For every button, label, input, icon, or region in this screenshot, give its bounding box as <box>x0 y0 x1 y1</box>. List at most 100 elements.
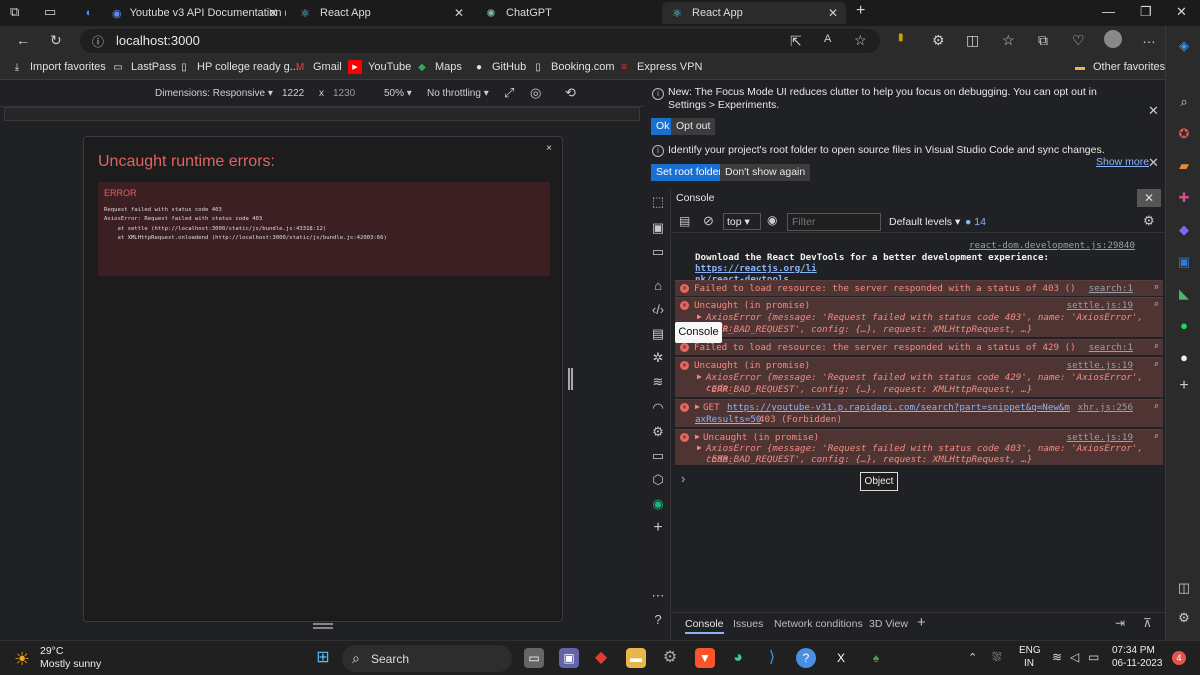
inspect-icon[interactable]: ⬚ <box>651 195 665 209</box>
github-icon[interactable]: ● <box>1176 350 1192 366</box>
tab-youtube-doc[interactable]: ◉ Youtube v3 API Documentation ( ✕ <box>104 2 286 24</box>
fav-youtube[interactable]: ▶ YouTube <box>348 60 411 74</box>
network-icon[interactable]: ≋ <box>651 375 665 389</box>
show-more-link[interactable]: Show more <box>1096 156 1149 168</box>
favorites-icon[interactable]: ☆ <box>1002 32 1015 49</box>
rotate-icon[interactable]: ⟲ <box>565 85 576 101</box>
tab-3d-view[interactable]: 3D View <box>869 618 908 630</box>
home-icon[interactable]: ⌂ <box>651 279 665 293</box>
url-field[interactable]: ⓘ localhost:3000 ⇱ A ☆ <box>80 29 880 53</box>
read-aloud-icon[interactable]: A <box>824 33 831 45</box>
dont-show-again-button[interactable]: Don't show again <box>720 164 811 181</box>
sensor-icon[interactable]: ⤢ <box>504 85 514 101</box>
console-settings-icon[interactable]: ⚙ <box>1143 213 1155 229</box>
add-tab-icon[interactable]: + <box>917 614 926 631</box>
outlook-icon[interactable]: ▣ <box>1176 254 1192 270</box>
sources-icon[interactable]: ✲ <box>651 351 665 365</box>
panel-splitter[interactable] <box>568 368 573 390</box>
console-prompt[interactable]: › <box>681 471 685 486</box>
close-tab-icon[interactable]: ✕ <box>454 6 464 20</box>
devtools-link[interactable]: https://reactjs.org/li <box>695 263 817 274</box>
collections-icon[interactable]: ⧉ <box>1038 32 1048 49</box>
tab-chatgpt[interactable]: ✺ ChatGPT <box>476 2 658 24</box>
brave-icon[interactable]: ▼ <box>695 648 715 668</box>
eye-icon[interactable]: ◎ <box>530 85 541 101</box>
expand-arrow-icon[interactable]: ▶ <box>697 312 702 321</box>
window-icon[interactable]: ▭ <box>651 245 665 259</box>
extension-icon[interactable]: ◉ <box>651 497 665 511</box>
close-tab-icon[interactable]: ✕ <box>828 6 838 20</box>
profile-avatar-icon[interactable] <box>1104 30 1122 48</box>
clock-time[interactable]: 07:34 PM <box>1112 645 1155 656</box>
levels-dropdown[interactable]: Default levels ▾ <box>889 216 960 228</box>
throttle-dropdown[interactable]: No throttling ▾ <box>427 88 489 99</box>
notification-badge[interactable]: 4 <box>1172 651 1186 665</box>
info-icon[interactable]: ⓘ <box>92 33 104 50</box>
tab-pinned[interactable]: ◐ <box>78 2 100 24</box>
microsoft365-icon[interactable]: ◆ <box>1176 222 1192 238</box>
expand-arrow-icon[interactable]: ▶ <box>697 443 702 452</box>
fav-maps[interactable]: ◆ Maps <box>415 60 462 74</box>
source-link[interactable]: settle.js:19 <box>1067 300 1133 311</box>
copilot-icon[interactable]: ◈ <box>1176 38 1192 54</box>
clock-date[interactable]: 06-11-2023 <box>1112 658 1162 669</box>
x-icon[interactable]: X <box>831 648 851 668</box>
add-app-icon[interactable]: + <box>1176 378 1192 394</box>
edge-icon[interactable]: ◕ <box>728 648 748 668</box>
open-in-app-icon[interactable]: ⇱ <box>790 33 802 50</box>
shopping-icon[interactable]: ✪ <box>1176 126 1192 142</box>
close-console-icon[interactable]: ✕ <box>1137 189 1161 207</box>
settings-icon[interactable]: ⚙ <box>1176 610 1192 626</box>
extension-icon[interactable]: ▮ <box>898 32 904 43</box>
fav-other[interactable]: ▬ Other favorites <box>1073 60 1165 74</box>
favorite-star-icon[interactable]: ☆ <box>854 32 867 49</box>
close-tab-icon[interactable]: ✕ <box>268 6 278 20</box>
search-icon[interactable]: ⌕ <box>1153 299 1159 310</box>
spotify-icon[interactable]: ● <box>1176 318 1192 334</box>
source-link[interactable]: xhr.js:256 <box>1078 402 1133 413</box>
fav-gmail[interactable]: M Gmail <box>293 60 342 74</box>
games-icon[interactable]: ✚ <box>1176 190 1192 206</box>
resize-handle-bottom[interactable] <box>313 623 333 629</box>
volume-icon[interactable]: ◁ <box>1070 650 1079 664</box>
app-question-icon[interactable]: ? <box>796 648 816 668</box>
expand-arrow-icon[interactable]: ▶ <box>695 402 700 411</box>
source-link[interactable]: settle.js:19 <box>1067 432 1133 443</box>
close-notice-icon[interactable]: ✕ <box>1148 103 1159 119</box>
zoom-dropdown[interactable]: 50% ▾ <box>384 88 412 99</box>
elements-icon[interactable]: ‹/› <box>651 303 665 317</box>
split-screen-icon[interactable]: ◫ <box>966 32 979 49</box>
filter-input[interactable] <box>787 213 881 231</box>
live-expression-icon[interactable]: ◉ <box>767 213 777 227</box>
tab-console[interactable]: Console <box>685 618 724 634</box>
help-icon[interactable]: ? <box>651 613 665 627</box>
wifi-icon[interactable]: ≋ <box>1052 650 1062 664</box>
fav-github[interactable]: ● GitHub <box>472 60 526 74</box>
close-notice-icon[interactable]: ✕ <box>1148 155 1159 171</box>
console-icon[interactable]: ▤ <box>651 327 665 341</box>
application-icon[interactable]: ▭ <box>651 449 665 463</box>
dimensions-dropdown[interactable]: Dimensions: Responsive ▾ <box>155 88 273 99</box>
3d-view-icon[interactable]: ⬡ <box>651 473 665 487</box>
weather-desc[interactable]: Mostly sunny <box>40 658 101 670</box>
fav-booking[interactable]: ▯ Booking.com <box>531 60 614 74</box>
add-tool-icon[interactable]: + <box>651 520 665 536</box>
search-icon[interactable]: ⌕ <box>1176 94 1192 110</box>
tools-icon[interactable]: ▰ <box>1176 158 1192 174</box>
expand-arrow-icon[interactable]: ▶ <box>697 372 702 381</box>
tray-chevron-icon[interactable]: ⌃ <box>968 651 977 664</box>
teams-icon[interactable]: ▣ <box>559 648 579 668</box>
tab-network-conditions[interactable]: Network conditions <box>774 618 863 630</box>
tab-react-app-active[interactable]: ⚛ React App ✕ <box>662 2 846 24</box>
battery-icon[interactable]: ▭ <box>1088 650 1099 664</box>
extensions-icon[interactable]: ⚙ <box>932 32 945 49</box>
vertical-tabs-icon[interactable]: ▭ <box>44 4 56 20</box>
file-explorer-icon[interactable]: ▬ <box>626 648 646 668</box>
fav-expressvpn[interactable]: ≡ Express VPN <box>617 60 702 74</box>
clear-console-icon[interactable]: ⊘ <box>703 213 714 229</box>
source-link[interactable]: react-dom.development.js:29840 <box>969 240 1135 251</box>
close-window-icon[interactable]: ✕ <box>1176 4 1187 20</box>
back-icon[interactable]: ← <box>16 32 30 48</box>
width-input[interactable]: 1222 <box>282 88 304 99</box>
search-icon[interactable]: ⌕ <box>1153 282 1159 293</box>
